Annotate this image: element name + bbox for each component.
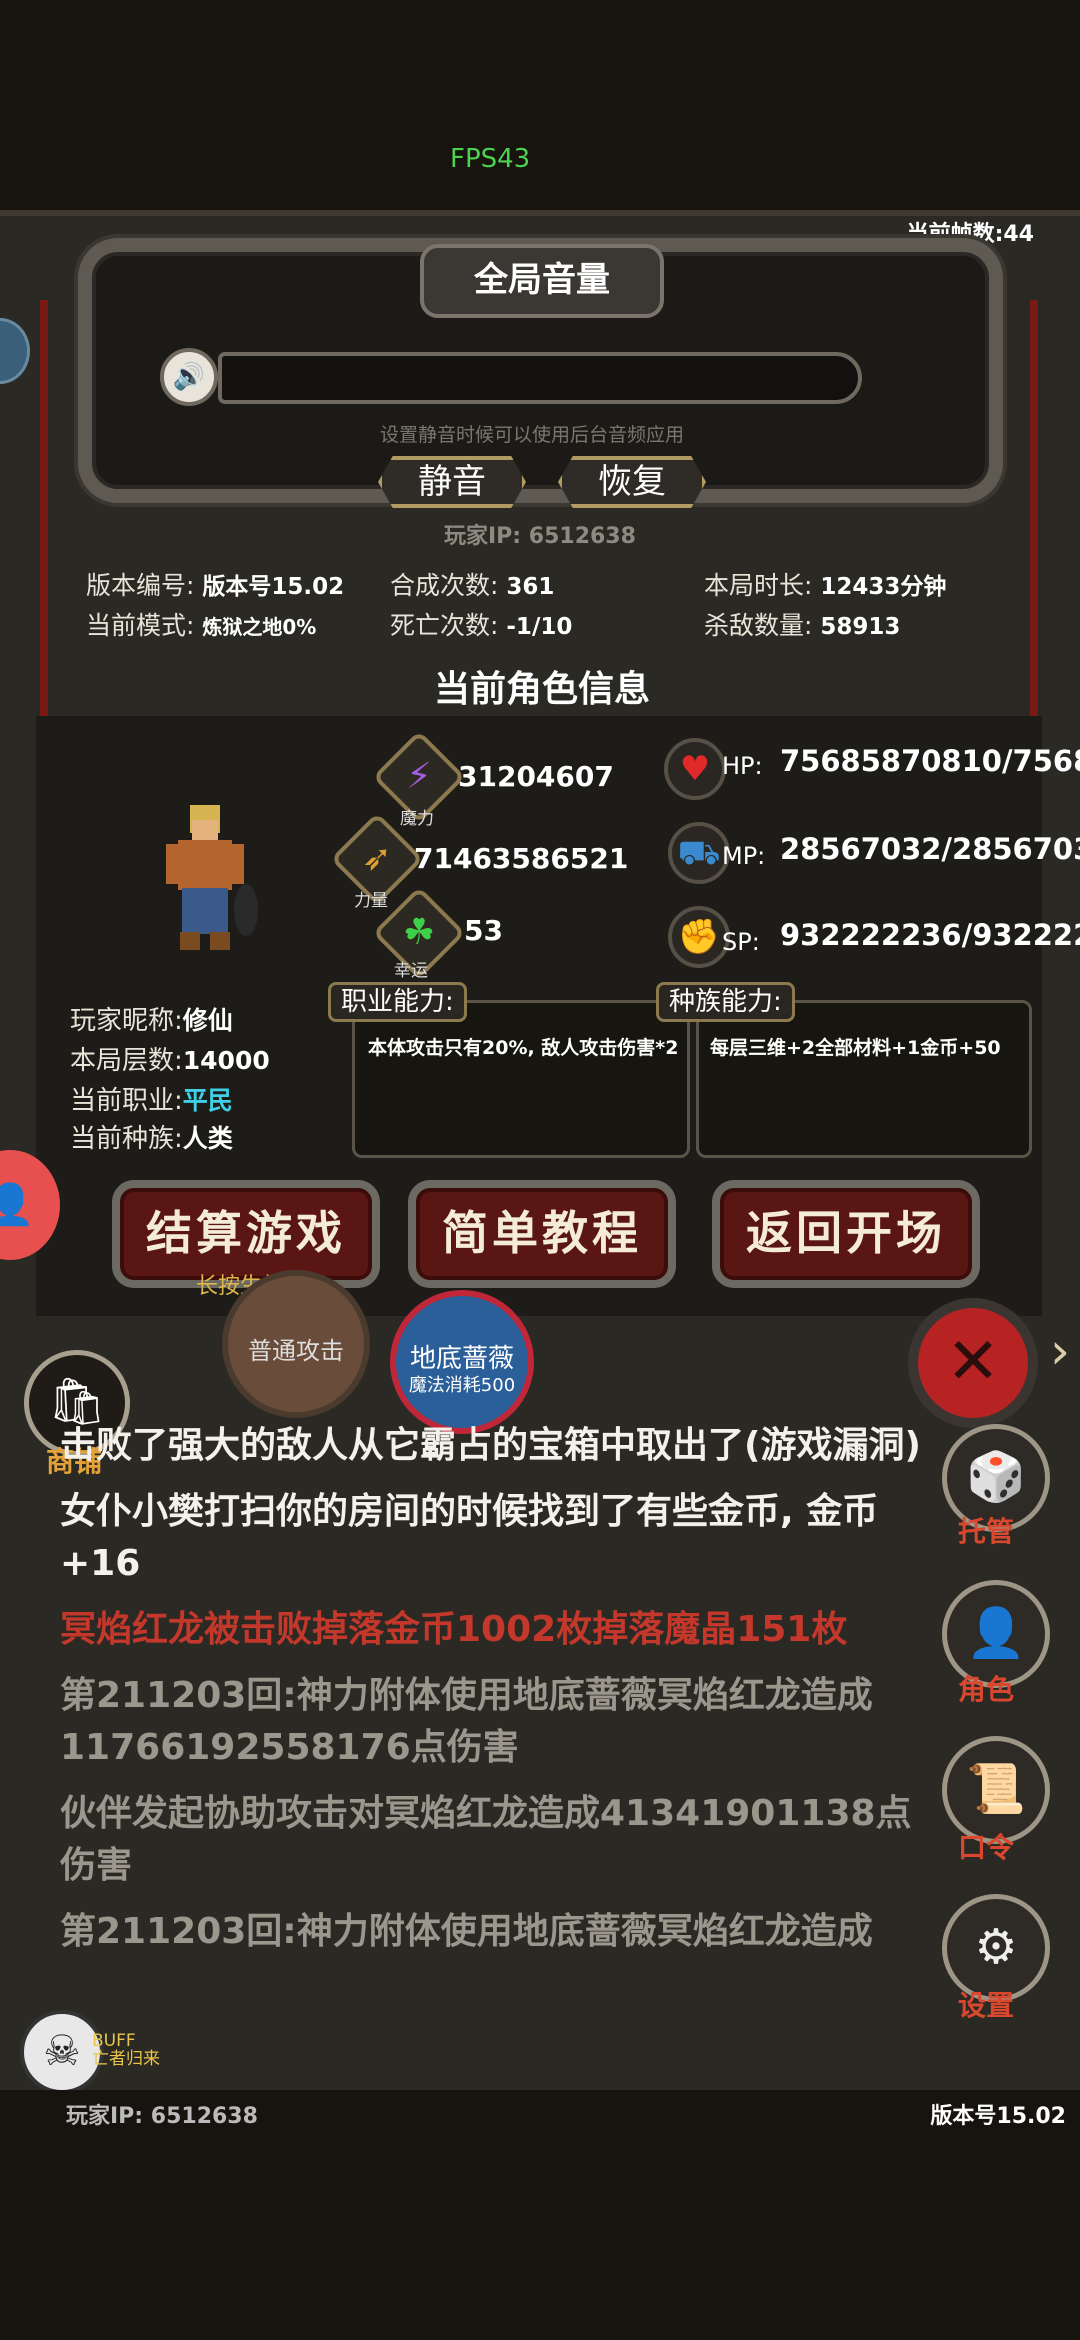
strength-caption: 力量 xyxy=(354,891,388,911)
volume-title: 全局音量 xyxy=(420,244,664,318)
fps-counter: FPS43 xyxy=(450,144,531,174)
stat-duration: 本局时长: 12433分钟 xyxy=(704,571,947,600)
bow-icon: ➶ xyxy=(361,838,393,879)
code-label: 口令 xyxy=(958,1831,1015,1864)
character-section-title: 当前角色信息 xyxy=(434,669,651,710)
race-ability-text: 每层三维+2全部材料+1金币+50 xyxy=(710,1037,1001,1059)
return-start-button[interactable]: 返回开场 xyxy=(712,1180,980,1288)
rose-skill-name: 地底蔷薇 xyxy=(409,1344,514,1374)
footer-version: 版本号15.02 xyxy=(930,2104,1066,2129)
lightning-icon: ⚡ xyxy=(406,756,432,797)
stat-craft: 合成次数: 361 xyxy=(390,571,555,600)
luck-caption: 幸运 xyxy=(394,961,428,981)
underground-rose-skill[interactable]: 地底蔷薇 魔法消耗500 xyxy=(390,1290,534,1434)
log-line: 第211203回:神力附体使用地底蔷薇冥焰红龙造成11766192558176点… xyxy=(60,1675,873,1768)
stat-mode: 当前模式: 炼狱之地0% xyxy=(86,611,317,640)
stat-death: 死亡次数: -1/10 xyxy=(390,611,573,640)
mp-label: MP: xyxy=(722,842,766,870)
volume-hint: 设置静音时候可以使用后台音频应用 xyxy=(380,424,685,446)
stamina-icon: ✊ xyxy=(668,906,730,968)
mp-value: 28567032/2856703 xyxy=(780,832,1080,866)
race-line: 当前种族:人类 xyxy=(70,1124,233,1154)
nickname-line: 玩家昵称:修仙 xyxy=(70,1006,233,1036)
role-label: 角色 xyxy=(958,1673,1015,1706)
stat-version: 版本编号: 版本号15.02 xyxy=(86,571,345,600)
chevron-right-icon[interactable]: › xyxy=(1050,1322,1070,1380)
close-button[interactable]: ✕ xyxy=(908,1298,1038,1428)
mute-button[interactable]: 静音 xyxy=(378,456,526,508)
sp-value: 932222236/932222 xyxy=(780,918,1080,952)
job-ability-tag: 职业能力: xyxy=(328,982,467,1022)
auto-play-label: 托管 xyxy=(958,1515,1015,1548)
job-ability-text: 本体攻击只有20%, 敌人攻击伤害*2 xyxy=(368,1037,679,1059)
log-line: 女仆小樊打扫你的房间的时候找到了有些金币, 金币+16 xyxy=(60,1491,879,1584)
hp-value: 75685870810/7568 xyxy=(780,744,1080,778)
rose-skill-cost: 魔法消耗500 xyxy=(408,1375,516,1397)
footer-ip: 玩家IP: 6512638 xyxy=(66,2104,258,2129)
floor-line: 本局层数:14000 xyxy=(70,1046,270,1076)
luck-value: 53 xyxy=(464,914,503,947)
battle-log[interactable]: 击败了强大的敌人从它霸占的宝箱中取出了(游戏漏洞) 女仆小樊打扫你的房间的时候找… xyxy=(38,1420,938,2080)
log-line: 冥焰红龙被击败掉落金币1002枚掉落魔晶151枚 xyxy=(60,1609,848,1650)
log-line: 击败了强大的敌人从它霸占的宝箱中取出了(游戏漏洞) xyxy=(60,1425,921,1466)
settings-label: 设置 xyxy=(958,1989,1015,2022)
log-line: 第211203回:神力附体使用地底蔷薇冥焰红龙造成 xyxy=(60,1911,873,1952)
sp-label: SP: xyxy=(722,928,760,956)
job-ability-box xyxy=(352,1000,690,1158)
speaker-icon[interactable]: 🔊 xyxy=(160,348,218,406)
magic-value: 31204607 xyxy=(458,760,614,793)
volume-slider[interactable] xyxy=(218,352,862,404)
tutorial-button[interactable]: 简单教程 xyxy=(408,1180,676,1288)
hp-label: HP: xyxy=(722,752,763,780)
player-ip: 玩家IP: 6512638 xyxy=(444,524,636,549)
log-line: 伙伴发起协助攻击对冥焰红龙造成41341901138点伤害 xyxy=(60,1793,912,1886)
stat-kills: 杀敌数量: 58913 xyxy=(704,611,901,640)
hero-sprite xyxy=(166,805,258,950)
strength-value: 71463586521 xyxy=(414,842,629,875)
normal-attack-skill[interactable]: 普通攻击 xyxy=(222,1270,370,1418)
job-line: 当前职业:平民 xyxy=(70,1086,233,1116)
buff-tag: BUFF 亡者归来 xyxy=(92,2031,160,2069)
mana-icon: ⛟ xyxy=(668,822,730,884)
race-ability-tag: 种族能力: xyxy=(656,982,795,1022)
heart-icon: ♥ xyxy=(664,738,726,800)
race-ability-box xyxy=(696,1000,1032,1158)
restore-button[interactable]: 恢复 xyxy=(558,456,706,508)
